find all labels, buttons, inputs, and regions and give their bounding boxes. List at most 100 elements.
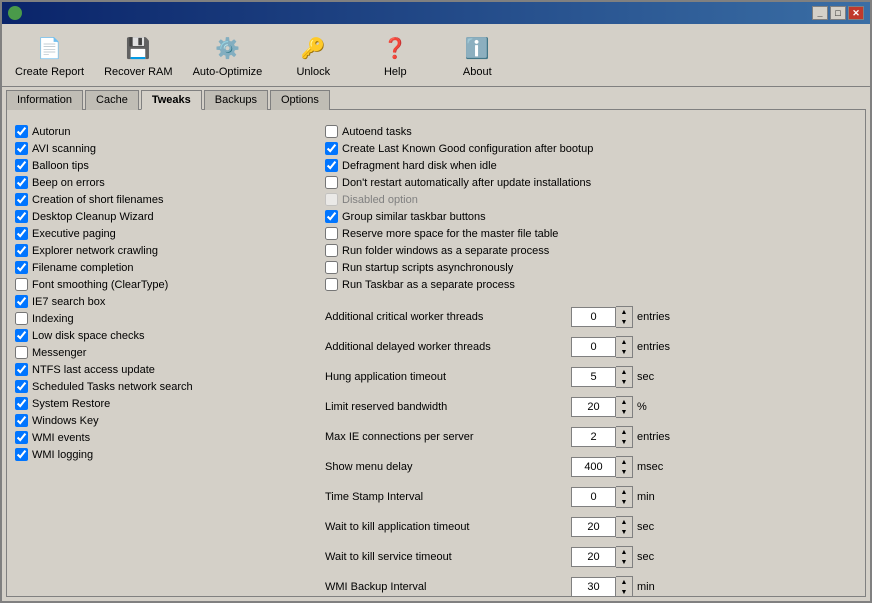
checkbox-autorun[interactable]	[15, 125, 28, 138]
checkbox-run-startup-scripts[interactable]	[325, 261, 338, 274]
label-filename-completion[interactable]: Filename completion	[32, 262, 134, 274]
checkbox-messenger[interactable]	[15, 346, 28, 359]
spinner-input-wmi-backup-interval[interactable]	[571, 577, 616, 597]
spinner-up-wait-kill-service-timeout[interactable]: ▲	[616, 547, 632, 557]
spinner-up-delayed-worker-threads[interactable]: ▲	[616, 337, 632, 347]
label-low-disk-space-checks[interactable]: Low disk space checks	[32, 330, 145, 342]
minimize-button[interactable]: _	[812, 6, 828, 20]
spinner-input-limit-reserved-bandwidth[interactable]	[571, 397, 616, 417]
spinner-down-max-ie-connections[interactable]: ▼	[616, 437, 632, 447]
label-avi-scanning[interactable]: AVI scanning	[32, 143, 96, 155]
help-button[interactable]: ❓Help	[355, 27, 435, 83]
label-windows-key[interactable]: Windows Key	[32, 415, 99, 427]
spinner-up-show-menu-delay[interactable]: ▲	[616, 457, 632, 467]
label-scheduled-tasks-network[interactable]: Scheduled Tasks network search	[32, 381, 193, 393]
checkbox-group-similar-taskbar[interactable]	[325, 210, 338, 223]
label-reserve-more-space[interactable]: Reserve more space for the master file t…	[342, 228, 558, 240]
spinner-up-critical-worker-threads[interactable]: ▲	[616, 307, 632, 317]
checkbox-defragment-hard-disk[interactable]	[325, 159, 338, 172]
spinner-input-delayed-worker-threads[interactable]	[571, 337, 616, 357]
label-autorun[interactable]: Autorun	[32, 126, 71, 138]
checkbox-creation-short-filenames[interactable]	[15, 193, 28, 206]
checkbox-ntfs-last-access[interactable]	[15, 363, 28, 376]
spinner-input-time-stamp-interval[interactable]	[571, 487, 616, 507]
label-ie7-search-box[interactable]: IE7 search box	[32, 296, 105, 308]
spinner-up-wait-kill-app-timeout[interactable]: ▲	[616, 517, 632, 527]
checkbox-beep-on-errors[interactable]	[15, 176, 28, 189]
recover-ram-button[interactable]: 💾Recover RAM	[95, 27, 181, 83]
checkbox-low-disk-space-checks[interactable]	[15, 329, 28, 342]
spinner-up-limit-reserved-bandwidth[interactable]: ▲	[616, 397, 632, 407]
spinner-input-show-menu-delay[interactable]	[571, 457, 616, 477]
spinner-input-max-ie-connections[interactable]	[571, 427, 616, 447]
label-font-smoothing[interactable]: Font smoothing (ClearType)	[32, 279, 168, 291]
label-run-startup-scripts[interactable]: Run startup scripts asynchronously	[342, 262, 513, 274]
label-autoend-tasks[interactable]: Autoend tasks	[342, 126, 412, 138]
tab-information[interactable]: Information	[6, 90, 83, 110]
spinner-down-show-menu-delay[interactable]: ▼	[616, 467, 632, 477]
spinner-down-wmi-backup-interval[interactable]: ▼	[616, 587, 632, 597]
spinner-input-wait-kill-app-timeout[interactable]	[571, 517, 616, 537]
label-run-folder-windows[interactable]: Run folder windows as a separate process	[342, 245, 549, 257]
checkbox-scheduled-tasks-network[interactable]	[15, 380, 28, 393]
checkbox-run-folder-windows[interactable]	[325, 244, 338, 257]
checkbox-run-taskbar-separate[interactable]	[325, 278, 338, 291]
tab-backups[interactable]: Backups	[204, 90, 268, 110]
checkbox-avi-scanning[interactable]	[15, 142, 28, 155]
tab-cache[interactable]: Cache	[85, 90, 139, 110]
create-report-button[interactable]: 📄Create Report	[6, 27, 93, 83]
label-executive-paging[interactable]: Executive paging	[32, 228, 116, 240]
label-balloon-tips[interactable]: Balloon tips	[32, 160, 89, 172]
checkbox-reserve-more-space[interactable]	[325, 227, 338, 240]
auto-optimize-button[interactable]: ⚙️Auto-Optimize	[184, 27, 272, 83]
label-indexing[interactable]: Indexing	[32, 313, 74, 325]
checkbox-explorer-network-crawling[interactable]	[15, 244, 28, 257]
checkbox-create-last-known[interactable]	[325, 142, 338, 155]
checkbox-dont-restart-auto[interactable]	[325, 176, 338, 189]
spinner-down-wait-kill-app-timeout[interactable]: ▼	[616, 527, 632, 537]
spinner-up-wmi-backup-interval[interactable]: ▲	[616, 577, 632, 587]
label-beep-on-errors[interactable]: Beep on errors	[32, 177, 105, 189]
label-create-last-known[interactable]: Create Last Known Good configuration aft…	[342, 143, 593, 155]
checkbox-wmi-logging[interactable]	[15, 448, 28, 461]
checkbox-filename-completion[interactable]	[15, 261, 28, 274]
tab-tweaks[interactable]: Tweaks	[141, 90, 202, 110]
label-ntfs-last-access[interactable]: NTFS last access update	[32, 364, 155, 376]
spinner-down-wait-kill-service-timeout[interactable]: ▼	[616, 557, 632, 567]
tab-options[interactable]: Options	[270, 90, 330, 110]
spinner-down-delayed-worker-threads[interactable]: ▼	[616, 347, 632, 357]
label-messenger[interactable]: Messenger	[32, 347, 86, 359]
checkbox-indexing[interactable]	[15, 312, 28, 325]
label-system-restore[interactable]: System Restore	[32, 398, 110, 410]
checkbox-executive-paging[interactable]	[15, 227, 28, 240]
label-explorer-network-crawling[interactable]: Explorer network crawling	[32, 245, 158, 257]
checkbox-font-smoothing[interactable]	[15, 278, 28, 291]
spinner-up-hung-app-timeout[interactable]: ▲	[616, 367, 632, 377]
label-wmi-events[interactable]: WMI events	[32, 432, 90, 444]
maximize-button[interactable]: □	[830, 6, 846, 20]
checkbox-balloon-tips[interactable]	[15, 159, 28, 172]
spinner-up-max-ie-connections[interactable]: ▲	[616, 427, 632, 437]
about-button[interactable]: ℹ️About	[437, 27, 517, 83]
spinner-down-hung-app-timeout[interactable]: ▼	[616, 377, 632, 387]
unlock-button[interactable]: 🔑Unlock	[273, 27, 353, 83]
checkbox-desktop-cleanup[interactable]	[15, 210, 28, 223]
label-defragment-hard-disk[interactable]: Defragment hard disk when idle	[342, 160, 497, 172]
close-button[interactable]: ✕	[848, 6, 864, 20]
spinner-input-hung-app-timeout[interactable]	[571, 367, 616, 387]
checkbox-autoend-tasks[interactable]	[325, 125, 338, 138]
spinner-down-limit-reserved-bandwidth[interactable]: ▼	[616, 407, 632, 417]
spinner-up-time-stamp-interval[interactable]: ▲	[616, 487, 632, 497]
spinner-input-critical-worker-threads[interactable]	[571, 307, 616, 327]
checkbox-windows-key[interactable]	[15, 414, 28, 427]
checkbox-ie7-search-box[interactable]	[15, 295, 28, 308]
label-dont-restart-auto[interactable]: Don't restart automatically after update…	[342, 177, 591, 189]
label-run-taskbar-separate[interactable]: Run Taskbar as a separate process	[342, 279, 515, 291]
spinner-input-wait-kill-service-timeout[interactable]	[571, 547, 616, 567]
spinner-down-time-stamp-interval[interactable]: ▼	[616, 497, 632, 507]
label-group-similar-taskbar[interactable]: Group similar taskbar buttons	[342, 211, 486, 223]
checkbox-system-restore[interactable]	[15, 397, 28, 410]
label-desktop-cleanup[interactable]: Desktop Cleanup Wizard	[32, 211, 154, 223]
label-creation-short-filenames[interactable]: Creation of short filenames	[32, 194, 163, 206]
checkbox-wmi-events[interactable]	[15, 431, 28, 444]
